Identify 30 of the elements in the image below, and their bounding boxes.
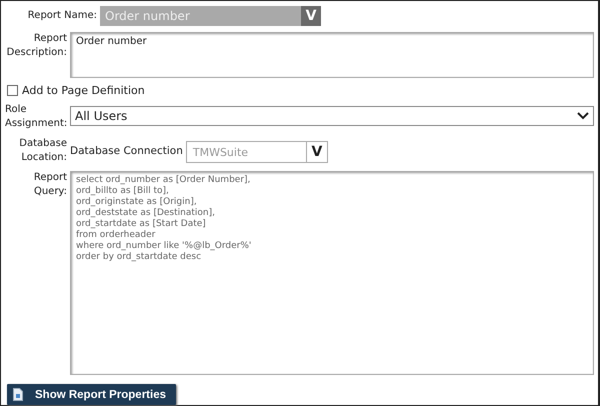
query-line: ord_billto as [Bill to], [76, 186, 170, 197]
query-line: select ord_number as [Order Number], [76, 175, 252, 186]
role-value: All Users [75, 109, 128, 123]
checkbox-label: Add to Page Definition [22, 84, 145, 97]
query-line: ord_originstate as [Origin], [76, 197, 198, 208]
report-description-field[interactable]: Order number [70, 32, 594, 78]
report-name-value: Order number [104, 9, 191, 23]
document-icon [13, 388, 23, 401]
database-location-label: Database Location: [18, 137, 67, 165]
query-line: ord_startdate as [Start Date] [76, 219, 207, 230]
query-line: from orderheader [76, 230, 156, 241]
show-report-properties-button[interactable]: Show Report Properties [7, 384, 176, 405]
query-line: ord_deststate as [Destination], [76, 208, 216, 219]
query-line: order by ord_startdate desc [76, 252, 202, 263]
database-connection-label: Database Connection [70, 144, 183, 157]
dropdown-button[interactable]: V [301, 6, 321, 26]
role-assignment-dropdown[interactable]: All Users [70, 106, 594, 126]
report-query-label: Report Query: [32, 171, 67, 199]
query-line: where ord_number like '%@lb_Order%' [76, 241, 252, 252]
dropdown-button[interactable]: V [306, 142, 327, 162]
checkbox[interactable] [7, 85, 18, 96]
database-connection-dropdown[interactable]: TMWSuite V [186, 141, 328, 163]
description-text: Order number [76, 36, 147, 47]
report-description-label: Report Description: [6, 32, 67, 60]
chevron-down-icon [577, 112, 589, 120]
connection-value: TMWSuite [192, 146, 250, 158]
report-query-field[interactable] [70, 171, 594, 375]
role-assignment-label: Role Assignment: [5, 103, 67, 131]
report-name-dropdown[interactable]: Order number V [100, 6, 321, 26]
report-name-label: Report Name: [26, 9, 97, 23]
